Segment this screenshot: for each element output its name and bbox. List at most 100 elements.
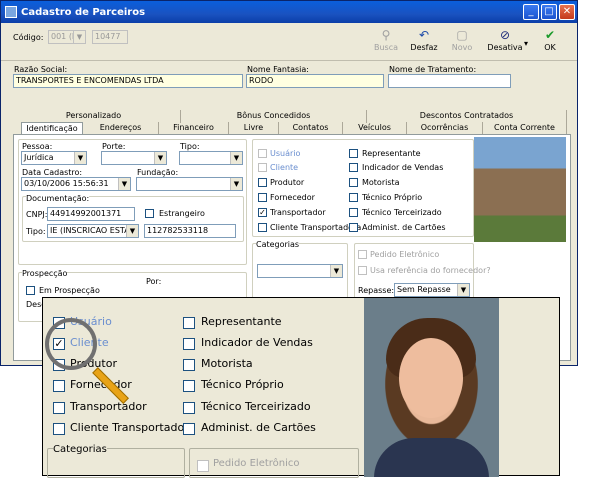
motorista-label: Motorista: [362, 178, 400, 187]
pessoa-select[interactable]: Jurídica ▼: [21, 151, 87, 165]
repasse-value: Sem Repasse: [397, 285, 451, 294]
usa-referencia-checkbox[interactable]: [358, 266, 367, 275]
new-document-icon: ▢: [456, 28, 468, 42]
zoom-representante-checkbox: [183, 317, 195, 329]
zoom-motorista-checkbox: [183, 359, 195, 371]
zoom-representante-label: Representante: [201, 315, 282, 328]
indicador-vendas-checkbox[interactable]: [349, 163, 358, 172]
check-icon: ✔: [544, 28, 556, 42]
zoom-cliente-transportadora-checkbox: [53, 423, 65, 435]
zoom-pedido-eletronico-label: Pedido Eletrônico: [213, 458, 300, 469]
close-button[interactable]: ✕: [559, 4, 575, 20]
cliente-transportadora-label: Cliente Transportadora: [270, 223, 362, 232]
contact-portrait: [364, 298, 499, 477]
nome-tratamento-label: Nome de Tratamento:: [389, 65, 477, 74]
desativa-button[interactable]: ⊘ Desativa: [485, 27, 525, 57]
ie-field[interactable]: 112782533118: [144, 224, 236, 238]
zoom-tecnico-proprio-label: Técnico Próprio: [201, 378, 284, 391]
porte-select[interactable]: ▼: [101, 151, 167, 165]
representante-label: Representante: [362, 149, 421, 158]
estrangeiro-checkbox[interactable]: [145, 209, 154, 218]
chevron-down-icon: ▼: [457, 284, 469, 296]
documentacao-label: Documentação:: [26, 194, 90, 203]
minimize-button[interactable]: _: [523, 4, 539, 20]
codigo-prefix-select[interactable]: 001 (M ▼: [48, 30, 86, 44]
transportador-checkbox[interactable]: ✓: [258, 208, 267, 217]
data-cadastro-field[interactable]: 03/10/2006 15:56:31 ▼: [21, 177, 131, 191]
zoom-tecnico-terceirizado-label: Técnico Terceirizado: [201, 400, 311, 413]
chevron-down-icon: ▼: [73, 31, 85, 43]
app-icon: [5, 6, 17, 18]
repasse-label: Repasse:: [358, 286, 395, 295]
categorias-label: Categorias: [256, 240, 300, 249]
zoom-fornecedor-checkbox: [53, 380, 65, 392]
administ-cartoes-label: Administ. de Cartões: [362, 223, 446, 232]
zoom-indicador-vendas-checkbox: [183, 338, 195, 350]
prospeccao-label: Prospecção: [22, 269, 68, 278]
chevron-down-icon: ▼: [230, 152, 242, 164]
nome-tratamento-field[interactable]: [388, 74, 511, 88]
ok-button[interactable]: ✔ OK: [533, 27, 567, 57]
nome-fantasia-label: Nome Fantasia:: [247, 65, 310, 74]
cliente-checkbox[interactable]: [258, 163, 267, 172]
zoom-pedido-eletronico-checkbox: [197, 460, 209, 472]
zoom-tecnico-proprio-checkbox: [183, 380, 195, 392]
cnpj-field[interactable]: 44914992001371: [47, 207, 135, 221]
tecnico-terceirizado-label: Técnico Terceirizado: [362, 208, 442, 217]
zoom-administ-cartoes-label: Administ. de Cartões: [201, 421, 316, 434]
cliente-label: Cliente: [270, 163, 299, 172]
desativa-label: Desativa: [487, 43, 523, 52]
tecnico-proprio-label: Técnico Próprio: [362, 193, 423, 202]
desativa-dropdown-icon[interactable]: ▾: [524, 39, 528, 48]
codigo-label: Código:: [13, 33, 44, 42]
transportador-label: Transportador: [270, 208, 326, 217]
tecnico-proprio-checkbox[interactable]: [349, 193, 358, 202]
novo-label: Novo: [451, 43, 473, 52]
fundacao-field[interactable]: ▼: [136, 177, 243, 191]
representante-checkbox[interactable]: [349, 149, 358, 158]
window-title: Cadastro de Parceiros: [21, 6, 146, 18]
pedido-eletronico-checkbox[interactable]: [358, 250, 367, 259]
zoom-transportador-checkbox: [53, 402, 65, 414]
desfaz-button[interactable]: ↶ Desfaz: [407, 27, 441, 57]
zoom-indicador-vendas-label: Indicador de Vendas: [201, 336, 313, 349]
fundacao-label: Fundação:: [137, 168, 179, 177]
search-icon: ⚲: [381, 28, 391, 42]
maximize-button[interactable]: □: [541, 4, 557, 20]
categorias-select[interactable]: ▼: [257, 264, 343, 278]
tecnico-terceirizado-checkbox[interactable]: [349, 208, 358, 217]
pessoa-label: Pessoa:: [22, 142, 53, 151]
nome-fantasia-field[interactable]: RODO: [246, 74, 384, 88]
tipo-doc-select[interactable]: IE (INSCRICAO ESTA ▼: [47, 224, 139, 238]
produtor-checkbox[interactable]: [258, 178, 267, 187]
zoom-cliente-transportadora-label: Cliente Transportadora: [70, 421, 196, 434]
estrangeiro-label: Estrangeiro: [159, 209, 205, 218]
chevron-down-icon: ▼: [154, 152, 166, 164]
zoom-categorias-label: Categorias: [53, 444, 107, 455]
motorista-checkbox[interactable]: [349, 178, 358, 187]
codigo-field[interactable]: 10477: [92, 30, 128, 44]
usuario-checkbox[interactable]: [258, 149, 267, 158]
razao-social-field[interactable]: TRANSPORTES E ENCOMENDAS LTDA: [13, 74, 243, 88]
chevron-down-icon: ▼: [330, 265, 342, 277]
data-cadastro-value: 03/10/2006 15:56:31: [24, 179, 109, 188]
novo-button[interactable]: ▢ Novo: [445, 27, 479, 57]
chevron-down-icon: ▼: [126, 225, 138, 237]
administ-cartoes-checkbox[interactable]: [349, 223, 358, 232]
por-label: Por:: [146, 277, 162, 286]
fornecedor-label: Fornecedor: [270, 193, 315, 202]
toolbar: Código: 001 (M ▼ 10477 ⚲ Busca ↶ Desfaz …: [1, 23, 577, 61]
fornecedor-checkbox[interactable]: [258, 193, 267, 202]
repasse-select[interactable]: Sem Repasse ▼: [394, 283, 470, 297]
busca-label: Busca: [373, 43, 399, 52]
cliente-transportadora-checkbox[interactable]: [258, 223, 267, 232]
data-cadastro-label: Data Cadastro:: [22, 168, 83, 177]
tipo-label: Tipo:: [180, 142, 200, 151]
tipo-select[interactable]: ▼: [179, 151, 243, 165]
em-prospeccao-checkbox[interactable]: [26, 286, 35, 295]
deactivate-icon: ⊘: [499, 28, 511, 42]
portrait-face: [399, 338, 463, 418]
busca-button[interactable]: ⚲ Busca: [369, 27, 403, 57]
pessoa-value: Jurídica: [24, 153, 54, 162]
building-photo: [474, 137, 566, 242]
